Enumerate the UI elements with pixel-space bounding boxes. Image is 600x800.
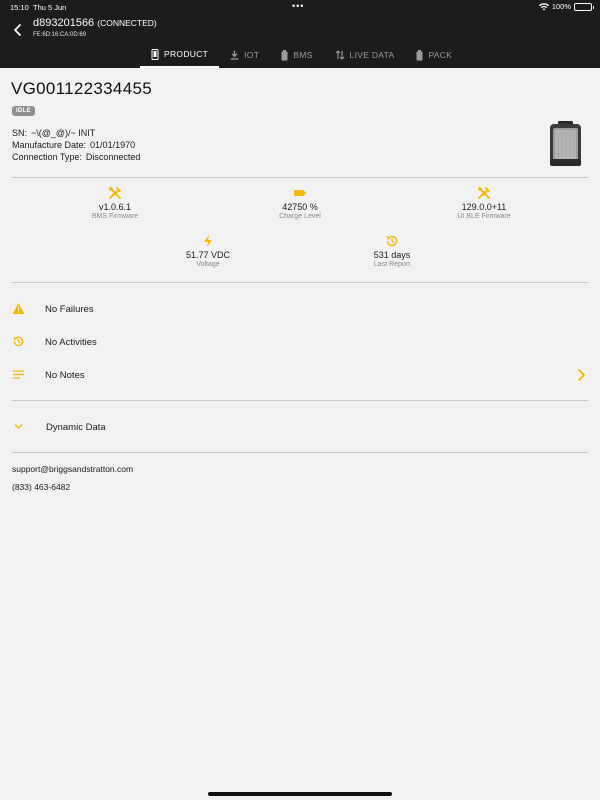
voltage-label: Voltage: [196, 261, 220, 268]
history-icon: [386, 235, 398, 247]
failures-text: No Failures: [45, 304, 94, 315]
tab-product-label: PRODUCT: [164, 49, 209, 59]
bms-firmware-label: BMS Firmware: [91, 213, 139, 220]
voltage-value: 51.77 VDC: [185, 250, 231, 260]
manufacture-date-value: 01/01/1970: [90, 140, 136, 150]
status-bar: 15:10 Thu 5 Jun ••• 100%: [0, 0, 600, 14]
status-time: 15:10: [10, 3, 29, 12]
battery-percent: 100%: [551, 2, 571, 11]
divider: [12, 177, 588, 178]
activities-text: No Activities: [45, 337, 97, 348]
back-arrow-icon[interactable]: [11, 23, 25, 37]
chevron-down-icon: [14, 424, 23, 429]
failures-row[interactable]: No Failures: [0, 298, 600, 320]
battery-icon: [294, 190, 306, 196]
multitasking-dots[interactable]: •••: [292, 1, 304, 11]
battery-icon: [281, 49, 288, 60]
tab-pack-label: PACK: [428, 50, 453, 60]
dynamic-data-label: Dynamic Data: [46, 422, 106, 433]
serial-number-value: ~\(@_@)/~ INIT: [31, 128, 96, 138]
tab-product[interactable]: PRODUCT: [140, 42, 220, 68]
stat-charge-level: 42750 % Charge Level: [230, 186, 370, 220]
connection-type-value: Disconnected: [85, 152, 141, 162]
device-title: d893201566 (CONNECTED): [33, 17, 157, 29]
charge-level-label: Charge Level: [279, 213, 321, 220]
battery-icon: [574, 2, 594, 11]
product-model: VG001122334455: [11, 79, 152, 98]
tab-bms-label: BMS: [293, 50, 313, 60]
history-icon: [13, 336, 24, 347]
serial-number-row: SN: ~\(@_@)/~ INIT: [12, 128, 95, 138]
device-name: d893201566: [33, 17, 95, 29]
phone-icon: [151, 48, 159, 60]
notes-text: No Notes: [45, 370, 85, 381]
serial-number-label: SN:: [12, 128, 28, 138]
app-header: d893201566 (CONNECTED) FE:6D:16:CA:0D:69…: [0, 14, 600, 68]
status-date: Thu 5 Jun: [33, 3, 67, 12]
download-icon: [230, 50, 239, 60]
tab-live-data[interactable]: LIVE DATA: [324, 42, 406, 68]
tab-iot[interactable]: IOT: [219, 42, 270, 68]
tools-icon: [478, 187, 490, 199]
notes-row[interactable]: No Notes: [0, 364, 600, 386]
divider: [12, 400, 588, 401]
swap-arrows-icon: [335, 50, 344, 60]
home-indicator[interactable]: [208, 792, 392, 796]
manufacture-date-row: Manufacture Date: 01/01/1970: [12, 140, 135, 150]
wifi-icon: [538, 2, 549, 10]
stat-bms-firmware: v1.0.6.1 BMS Firmware: [45, 186, 185, 220]
last-report-value: 531 days: [373, 250, 411, 260]
divider: [12, 452, 588, 453]
chevron-right-icon[interactable]: [575, 368, 587, 382]
battery-icon: [416, 49, 423, 60]
stat-last-report: 531 days Last Report: [322, 234, 462, 268]
dynamic-data-toggle[interactable]: Dynamic Data: [0, 416, 600, 438]
bms-firmware-value: v1.0.6.1: [98, 202, 132, 212]
tab-bms[interactable]: BMS: [270, 42, 323, 68]
support-phone[interactable]: (833) 463-6482: [12, 482, 70, 492]
tab-live-data-label: LIVE DATA: [349, 50, 395, 60]
activities-row[interactable]: No Activities: [0, 331, 600, 353]
stat-voltage: 51.77 VDC Voltage: [138, 234, 278, 268]
notes-icon: [13, 370, 24, 379]
device-mac-address: FE:6D:16:CA:0D:69: [33, 32, 87, 38]
status-badge: IDLE: [12, 106, 35, 116]
manufacture-date-label: Manufacture Date:: [12, 140, 87, 150]
tab-pack[interactable]: PACK: [405, 42, 463, 68]
tab-bar: PRODUCT IOT BMS LIVE DATA PACK: [140, 42, 463, 68]
connection-type-label: Connection Type:: [12, 152, 82, 162]
tools-icon: [109, 187, 121, 199]
tab-iot-label: IOT: [244, 50, 260, 60]
connection-status: (CONNECTED): [97, 18, 157, 28]
charge-level-value: 42750 %: [282, 202, 318, 212]
divider: [12, 282, 588, 283]
warning-icon: [12, 303, 25, 314]
last-report-label: Last Report: [373, 261, 411, 268]
battery-pack-image: [550, 121, 581, 166]
connection-type-row: Connection Type: Disconnected: [12, 152, 140, 162]
support-email[interactable]: support@briggsandstratton.com: [12, 464, 133, 474]
ui-ble-firmware-label: UI BLE Firmware: [457, 213, 511, 220]
stat-ui-ble-firmware: 129.0.0+11 UI BLE Firmware: [414, 186, 554, 220]
ui-ble-firmware-value: 129.0.0+11: [461, 202, 507, 212]
status-right: 100%: [538, 2, 594, 11]
lightning-icon: [204, 235, 212, 247]
